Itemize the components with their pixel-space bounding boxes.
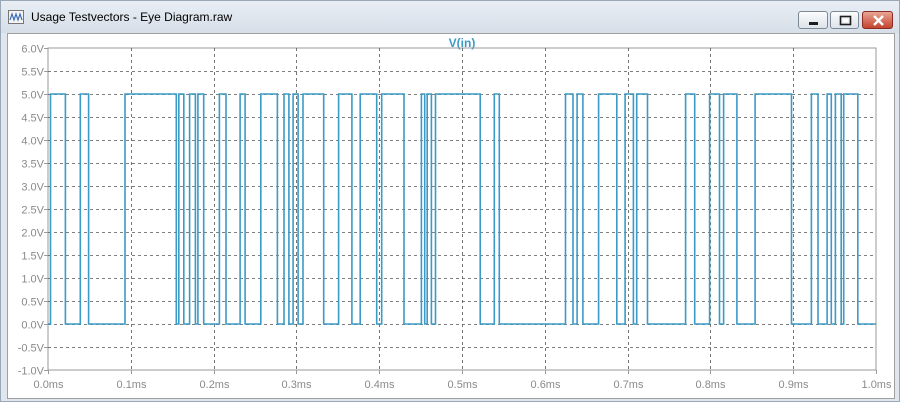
x-tick-label: 0.0ms bbox=[34, 379, 64, 391]
y-tick-label: 3.5V bbox=[21, 159, 44, 171]
trace-layer bbox=[48, 93, 876, 325]
x-tick-label: 1.0ms bbox=[862, 379, 892, 391]
y-tick-label: 3.0V bbox=[21, 182, 44, 194]
y-tick-label: 2.0V bbox=[21, 228, 44, 240]
close-button[interactable] bbox=[862, 11, 893, 29]
y-tick-label: 0.5V bbox=[21, 297, 44, 309]
y-tick-label: 5.0V bbox=[21, 90, 44, 102]
y-tick-label: 4.5V bbox=[21, 113, 44, 125]
minimize-icon bbox=[809, 22, 818, 25]
waveform-chart[interactable]: V(in) 6.0V5.5V5.0V4.5V4.0V3.5V3.0V2.5V2.… bbox=[8, 34, 894, 398]
y-tick-label: 2.5V bbox=[21, 205, 44, 217]
x-tick-label: 0.6ms bbox=[531, 379, 561, 391]
y-tick-label: -1.0V bbox=[18, 366, 45, 378]
waveform-viewer-icon bbox=[8, 10, 24, 24]
y-tick-label: 1.5V bbox=[21, 251, 44, 263]
x-tick-label: 0.4ms bbox=[365, 379, 395, 391]
grid bbox=[47, 47, 877, 371]
x-tick-label: 0.7ms bbox=[614, 379, 644, 391]
minimize-button[interactable] bbox=[798, 11, 828, 29]
x-tick-label: 0.5ms bbox=[448, 379, 478, 391]
x-tick-label: 0.2ms bbox=[200, 379, 230, 391]
maximize-icon bbox=[839, 15, 852, 26]
x-tick-label: 0.8ms bbox=[696, 379, 726, 391]
close-icon bbox=[873, 15, 884, 26]
plot-frame bbox=[47, 47, 877, 371]
title-bar[interactable]: Usage Testvectors - Eye Diagram.raw bbox=[1, 1, 899, 33]
waveform-window: Usage Testvectors - Eye Diagram.raw V(in… bbox=[0, 0, 900, 402]
window-title: Usage Testvectors - Eye Diagram.raw bbox=[31, 10, 233, 24]
y-tick-label: 1.0V bbox=[21, 274, 44, 286]
x-tick-label: 0.3ms bbox=[282, 379, 312, 391]
y-tick-label: 5.5V bbox=[21, 67, 44, 79]
maximize-button[interactable] bbox=[830, 11, 859, 29]
y-tick-label: 4.0V bbox=[21, 136, 44, 148]
x-tick-label: 0.9ms bbox=[779, 379, 809, 391]
axis-ticks: 6.0V 5.5V 5.0V 4.5V 4.0V 3.5V 3.0V 2.5V 2.0V 1.5V… bbox=[18, 44, 892, 392]
x-tick-label: 0.1ms bbox=[117, 379, 147, 391]
y-tick-label: 6.0V bbox=[21, 44, 44, 56]
plot-pane[interactable]: V(in) 6.0V 5.5V 5.0V 4.5V 4.0V 3.5V 3.0V 2.5V 2.… bbox=[7, 33, 895, 399]
y-tick-label: 0.0V bbox=[21, 320, 44, 332]
trace-v-in bbox=[48, 93, 876, 325]
y-tick-label: -0.5V bbox=[18, 343, 45, 355]
